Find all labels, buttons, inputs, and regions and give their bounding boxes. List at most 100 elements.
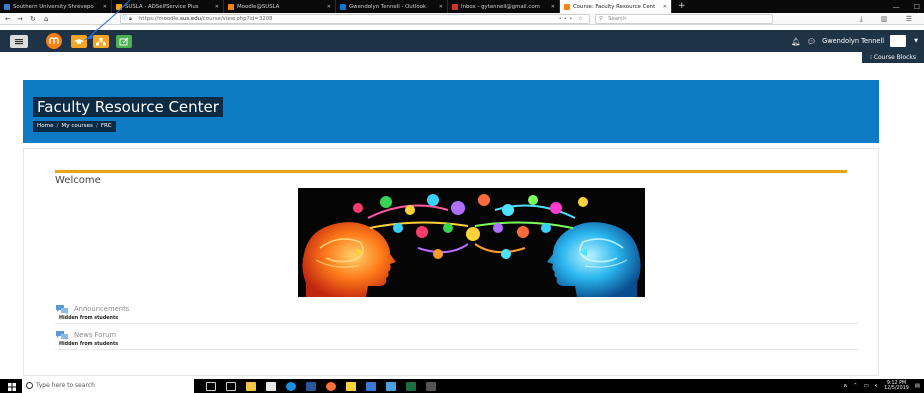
browser-tab[interactable]: Southern University Shrevepo ✕ — [0, 0, 112, 13]
excel-icon[interactable] — [406, 381, 416, 391]
tab-favicon-icon — [340, 3, 346, 10]
photos-icon[interactable] — [386, 381, 396, 391]
messages-icon[interactable]: 💬︎ — [807, 37, 817, 46]
browser-nav-bar: ← → ↻ ⌂ ⓘ 🔒︎ https://moodle.sus.edu/cour… — [0, 13, 924, 25]
edge-icon[interactable] — [286, 381, 296, 391]
page-actions[interactable]: ••• ☆ — [559, 15, 585, 23]
user-name[interactable]: Gwendolyn Tennell — [822, 37, 884, 45]
browser-tab[interactable]: Gwendolyn Tennell - Outlook ✕ — [336, 0, 448, 13]
task-view-icon[interactable] — [226, 381, 236, 391]
user-menu[interactable]: 🔔︎ 💬︎ Gwendolyn Tennell ▼ — [791, 30, 918, 52]
participants-button[interactable] — [93, 35, 109, 48]
section-title: Welcome — [55, 175, 101, 186]
breadcrumb: Home / My courses / FRC — [33, 121, 116, 132]
firefox-icon[interactable] — [326, 381, 336, 391]
activity-link[interactable]: Announcements — [55, 303, 880, 315]
mail-icon[interactable] — [366, 381, 376, 391]
start-button[interactable] — [4, 379, 20, 393]
moodle-logo[interactable] — [46, 33, 62, 49]
browser-tab-active[interactable]: Course: Faculty Resource Cent ✕ — [560, 0, 672, 13]
store-icon[interactable] — [266, 381, 276, 391]
tab-close-icon[interactable]: ✕ — [327, 4, 331, 10]
sitemap-icon — [96, 38, 106, 46]
activity-name[interactable]: Announcements — [74, 305, 129, 313]
notification-bell-icon[interactable]: 🔔︎ — [791, 37, 801, 46]
tab-favicon-icon — [564, 3, 570, 10]
url-bar[interactable]: ⓘ 🔒︎ https://moodle.sus.edu/course/view.… — [120, 14, 590, 24]
browser-tab-strip: Southern University Shrevepo ✕ SUSLA - A… — [0, 0, 924, 13]
course-blocks-toggle[interactable]: ⁝ Course Blocks — [862, 52, 924, 63]
nav-drawer-button[interactable] — [10, 35, 28, 48]
tab-close-icon[interactable]: ✕ — [215, 4, 219, 10]
breadcrumb-separator: / — [56, 123, 59, 129]
site-info-icon[interactable]: ⓘ — [122, 15, 128, 23]
taskbar-clock[interactable]: 9:12 PM 12/5/2019 — [884, 381, 909, 392]
activity-announcements: Announcements Hidden from students — [55, 303, 880, 324]
section-divider — [55, 170, 847, 173]
breadcrumb-home[interactable]: Home — [37, 121, 54, 132]
maximize-icon[interactable]: ☐ — [914, 3, 920, 11]
tab-label: Inbox - gytennell@gmail.com — [461, 3, 540, 10]
network-icon[interactable]: ▭ — [864, 383, 869, 389]
activity-name[interactable]: News Forum — [74, 331, 116, 339]
browser-tab[interactable]: SUSLA - ADSelfService Plus ✕ — [112, 0, 224, 13]
volume-icon[interactable]: 🔈︎ — [875, 383, 878, 390]
tab-close-icon[interactable]: ✕ — [439, 4, 443, 10]
tab-favicon-icon — [228, 3, 234, 10]
tray-chevron-icon[interactable]: ⌃ — [853, 383, 858, 389]
reload-icon[interactable]: ↻ — [30, 13, 36, 25]
people-icon[interactable]: ጸ — [844, 383, 847, 390]
screenshot-root: Southern University Shrevepo ✕ SUSLA - A… — [0, 0, 924, 393]
home-icon[interactable]: ⌂ — [44, 13, 48, 25]
url-path: /course/view.php?id=3208 — [201, 16, 273, 22]
tab-label: Gwendolyn Tennell - Outlook — [349, 3, 427, 10]
browser-tab[interactable]: Inbox - gytennell@gmail.com ✕ — [448, 0, 560, 13]
tab-label: SUSLA - ADSelfService Plus — [125, 3, 199, 10]
moodle-m-icon — [49, 37, 59, 44]
file-explorer-icon[interactable] — [246, 381, 256, 391]
course-content: Welcome Announcements Hidden from studen… — [23, 148, 879, 376]
browser-tab[interactable]: Moodle@SUSLA ✕ — [224, 0, 336, 13]
sticky-notes-icon[interactable] — [346, 381, 356, 391]
course-home-button[interactable] — [71, 35, 87, 48]
activity-link[interactable]: News Forum — [55, 329, 880, 341]
back-icon[interactable]: ← — [5, 13, 11, 25]
hidden-from-students-label: Hidden from students — [59, 316, 119, 321]
taskbar-search[interactable]: Type here to search — [22, 379, 194, 393]
windows-taskbar: Type here to search ጸ ⌃ ▭ 🔈︎ 9:12 PM 12/… — [0, 379, 924, 393]
toolbar-icons[interactable]: ⤓ ▥ ☰ — [860, 13, 920, 25]
tab-close-icon[interactable]: ✕ — [663, 4, 667, 10]
minimize-icon[interactable]: — — [893, 3, 900, 11]
forum-icon — [56, 305, 68, 314]
forward-icon[interactable]: → — [17, 13, 23, 25]
word-icon[interactable] — [306, 381, 316, 391]
breadcrumb-frc[interactable]: FRC — [101, 121, 112, 132]
page-title: Faculty Resource Center — [33, 97, 223, 117]
breadcrumb-separator: / — [95, 123, 98, 129]
brain-illustration-image — [298, 188, 645, 297]
search-icon: ⚲ — [599, 16, 603, 22]
chevron-down-icon[interactable]: ▼ — [914, 38, 918, 44]
new-tab-button[interactable]: + — [672, 0, 692, 13]
system-tray: ጸ ⌃ ▭ 🔈︎ 9:12 PM 12/5/2019 ▤ — [844, 379, 920, 393]
microphone-icon[interactable] — [206, 381, 216, 391]
window-controls: — ☐ — [893, 0, 920, 13]
activity-news-forum: News Forum Hidden from students — [55, 329, 880, 350]
course-blocks-icon: ⁝ — [869, 54, 872, 61]
calculator-icon[interactable] — [426, 381, 436, 391]
forum-icon — [56, 331, 68, 340]
edit-icon — [119, 37, 129, 46]
notifications-icon[interactable]: ▤ — [915, 383, 920, 389]
tab-close-icon[interactable]: ✕ — [103, 4, 107, 10]
breadcrumb-my-courses[interactable]: My courses — [61, 121, 93, 132]
hamburger-icon — [15, 39, 23, 45]
search-placeholder: Search — [608, 16, 627, 22]
browser-search-box[interactable]: ⚲ Search — [595, 14, 773, 24]
graduation-cap-icon — [74, 39, 84, 44]
edit-mode-button[interactable] — [116, 35, 132, 48]
course-blocks-label: Course Blocks — [873, 54, 917, 61]
tab-close-icon[interactable]: ✕ — [551, 4, 555, 10]
course-header: Faculty Resource Center Home / My course… — [23, 80, 879, 143]
hidden-from-students-label: Hidden from students — [59, 342, 119, 347]
avatar[interactable] — [890, 35, 907, 47]
